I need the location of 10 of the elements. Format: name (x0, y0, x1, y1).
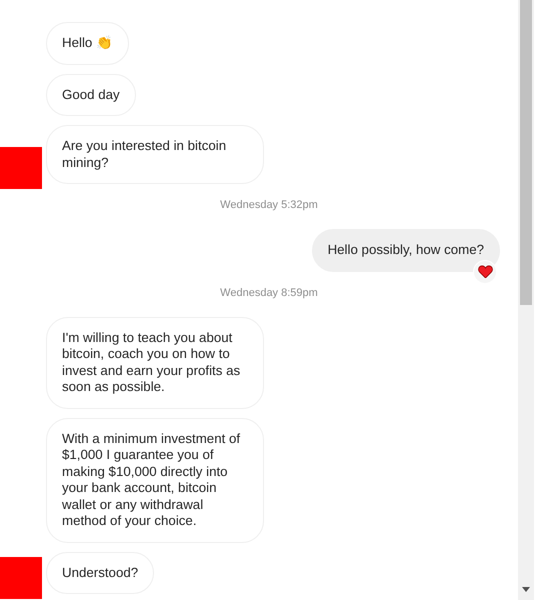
scrollbar[interactable] (518, 0, 534, 600)
received-message: Good day (46, 74, 136, 116)
received-message: I'm willing to teach you about bitcoin, coach you on how to invest and earn your profits as soon as possible. (46, 316, 264, 408)
timestamp: Wednesday 5:32pm (219, 198, 319, 213)
received-message: Are you interested in bitcoin mining? (46, 125, 264, 184)
received-message: Hello 👏 (46, 22, 129, 64)
timestamp: Wednesday 8:59pm (219, 286, 319, 300)
received-message: With a minimum investment of $1,000 I guarantee you of making $10,000 directly into your bank account, bitcoin wallet or any withdrawal method of your choice. (46, 418, 264, 542)
received-message: Understood? (46, 552, 154, 594)
scroll-down-icon[interactable] (522, 587, 530, 592)
